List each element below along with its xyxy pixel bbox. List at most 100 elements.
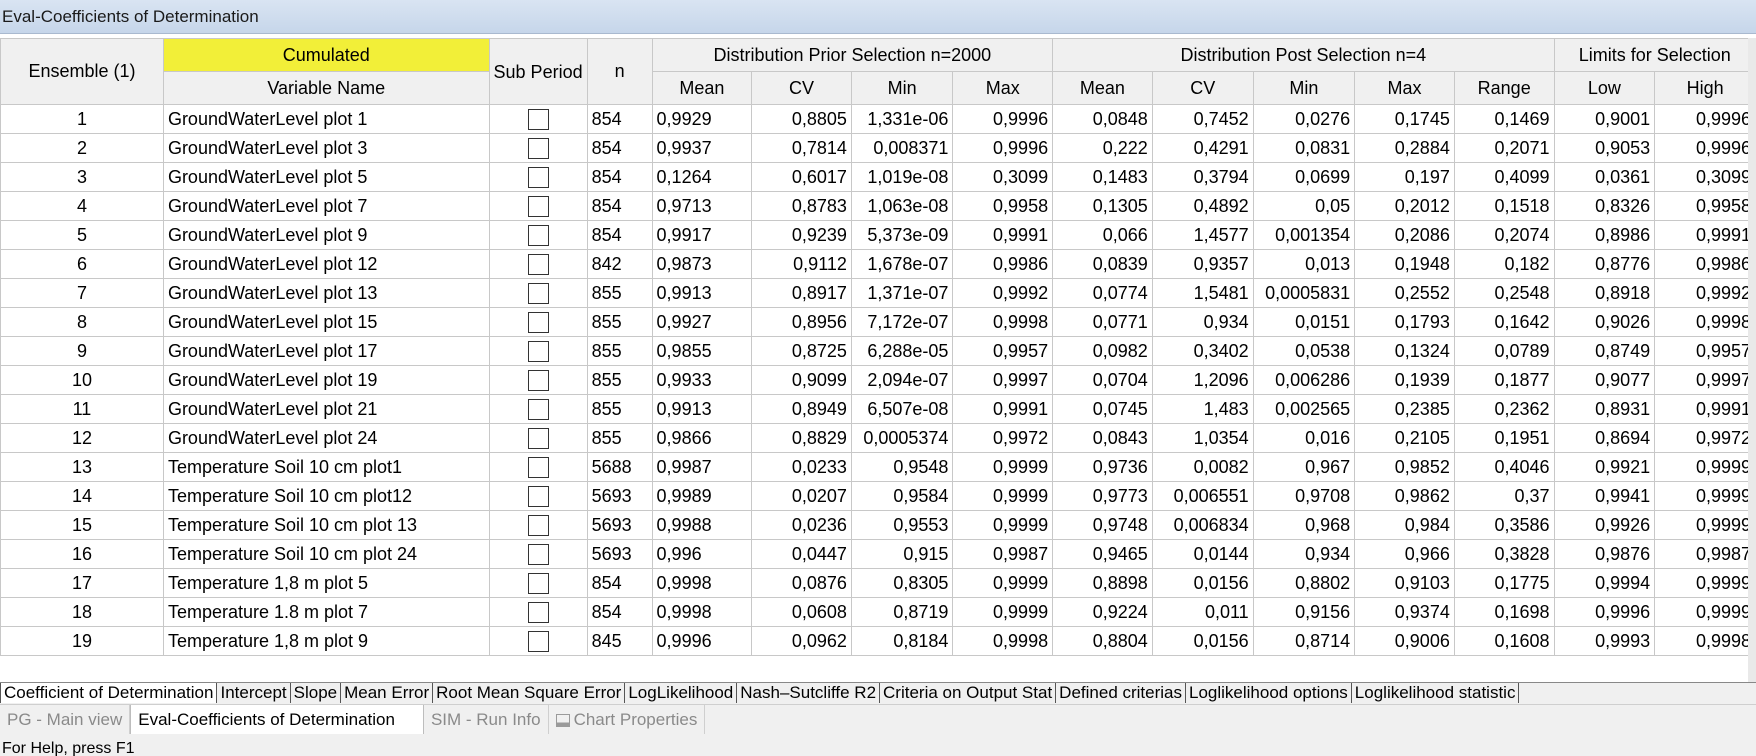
low-cell[interactable]: 0,8326 <box>1553 191 1656 221</box>
prior-min-cell[interactable]: 0,008371 <box>850 133 954 163</box>
prior-cv-cell[interactable]: 0,9112 <box>751 249 852 279</box>
sub-period-checkbox[interactable] <box>527 253 549 275</box>
high-cell[interactable]: 0,9991 <box>1654 394 1756 424</box>
post-max-cell[interactable]: 0,1324 <box>1354 336 1455 366</box>
post-mean-cell[interactable]: 0,222 <box>1052 133 1153 163</box>
post-mean-cell[interactable]: 0,8804 <box>1052 626 1153 656</box>
prior-max-cell[interactable]: 0,9997 <box>952 365 1054 395</box>
prior-min-cell[interactable]: 0,8305 <box>850 568 954 598</box>
sub-period-checkbox-cell[interactable] <box>488 162 588 192</box>
sub-period-checkbox-cell[interactable] <box>488 568 588 598</box>
prior-mean-cell[interactable]: 0,9988 <box>651 510 753 540</box>
variable-name-cell[interactable]: GroundWaterLevel plot 15 <box>162 307 490 337</box>
prior-cv-cell[interactable]: 0,8917 <box>751 278 852 308</box>
post-min-cell[interactable]: 0,9156 <box>1252 597 1356 627</box>
sub-period-checkbox-cell[interactable] <box>488 597 588 627</box>
sub-period-checkbox[interactable] <box>527 427 549 449</box>
post-min-cell[interactable]: 0,001354 <box>1252 220 1356 250</box>
high-cell[interactable]: 0,9999 <box>1654 568 1756 598</box>
prior-min-cell[interactable]: 1,678e-07 <box>850 249 954 279</box>
high-cell[interactable]: 0,9986 <box>1654 249 1756 279</box>
high-cell[interactable]: 0,9998 <box>1654 307 1756 337</box>
post-mean-cell[interactable]: 0,0843 <box>1052 423 1153 453</box>
post-cv-cell[interactable]: 0,3402 <box>1151 336 1254 366</box>
post-cv-cell[interactable]: 0,9357 <box>1151 249 1254 279</box>
prior-mean-cell[interactable]: 0,9929 <box>651 104 753 134</box>
prior-mean-cell[interactable]: 0,9927 <box>651 307 753 337</box>
variable-name-cell[interactable]: GroundWaterLevel plot 3 <box>162 133 490 163</box>
n-cell[interactable]: 5693 <box>586 539 653 569</box>
ensemble-cell[interactable]: 7 <box>0 278 164 308</box>
prior-max-cell[interactable]: 0,9999 <box>952 597 1054 627</box>
post-min-cell[interactable]: 0,0151 <box>1252 307 1356 337</box>
prior-max-cell[interactable]: 0,9998 <box>952 626 1054 656</box>
variable-name-cell[interactable]: GroundWaterLevel plot 7 <box>162 191 490 221</box>
low-cell[interactable]: 0,9026 <box>1553 307 1656 337</box>
post-mean-cell[interactable]: 0,0745 <box>1052 394 1153 424</box>
prior-cv-cell[interactable]: 0,8949 <box>751 394 852 424</box>
high-cell[interactable]: 0,9996 <box>1654 133 1756 163</box>
sub-period-checkbox[interactable] <box>527 514 549 536</box>
table-row[interactable]: 2 GroundWaterLevel plot 3 854 0,9937 0,7814 0… <box>0 133 1756 163</box>
post-min-cell[interactable]: 0,002565 <box>1252 394 1356 424</box>
prior-min-cell[interactable]: 5,373e-09 <box>850 220 954 250</box>
high-cell[interactable]: 0,9958 <box>1654 191 1756 221</box>
sub-period-checkbox[interactable] <box>527 137 549 159</box>
header-prior-max[interactable]: Max <box>952 71 1054 105</box>
post-min-cell[interactable]: 0,8714 <box>1252 626 1356 656</box>
prior-cv-cell[interactable]: 0,8805 <box>751 104 852 134</box>
sub-period-checkbox-cell[interactable] <box>488 278 588 308</box>
prior-max-cell[interactable]: 0,9991 <box>952 394 1054 424</box>
prior-max-cell[interactable]: 0,9958 <box>952 191 1054 221</box>
prior-cv-cell[interactable]: 0,8725 <box>751 336 852 366</box>
prior-mean-cell[interactable]: 0,9866 <box>651 423 753 453</box>
prior-max-cell[interactable]: 0,9999 <box>952 481 1054 511</box>
header-cumulated[interactable]: Cumulated <box>162 38 490 72</box>
low-cell[interactable]: 0,9077 <box>1553 365 1656 395</box>
prior-max-cell[interactable]: 0,9999 <box>952 510 1054 540</box>
sub-period-checkbox[interactable] <box>527 601 549 623</box>
ensemble-cell[interactable]: 15 <box>0 510 164 540</box>
prior-mean-cell[interactable]: 0,9998 <box>651 568 753 598</box>
high-cell[interactable]: 0,9999 <box>1654 452 1756 482</box>
prior-mean-cell[interactable]: 0,9998 <box>651 597 753 627</box>
n-cell[interactable]: 5688 <box>586 452 653 482</box>
sub-period-checkbox-cell[interactable] <box>488 133 588 163</box>
sheet-tab-nash-sutcliffe-r2[interactable]: Nash–Sutcliffe R2 <box>736 683 881 703</box>
prior-min-cell[interactable]: 6,507e-08 <box>850 394 954 424</box>
sub-period-checkbox-cell[interactable] <box>488 423 588 453</box>
post-max-cell[interactable]: 0,9103 <box>1354 568 1455 598</box>
table-row[interactable]: 13 Temperature Soil 10 cm plot1 5688 0,9987… <box>0 452 1756 482</box>
prior-mean-cell[interactable]: 0,9913 <box>651 278 753 308</box>
post-cv-cell[interactable]: 0,7452 <box>1151 104 1254 134</box>
sub-period-checkbox-cell[interactable] <box>488 249 588 279</box>
post-max-cell[interactable]: 0,984 <box>1354 510 1455 540</box>
post-cv-cell[interactable]: 0,0156 <box>1151 568 1254 598</box>
post-max-cell[interactable]: 0,2086 <box>1354 220 1455 250</box>
n-cell[interactable]: 855 <box>586 365 653 395</box>
post-range-cell[interactable]: 0,2362 <box>1453 394 1555 424</box>
variable-name-cell[interactable]: GroundWaterLevel plot 9 <box>162 220 490 250</box>
prior-mean-cell[interactable]: 0,9855 <box>651 336 753 366</box>
variable-name-cell[interactable]: Temperature Soil 10 cm plot 13 <box>162 510 490 540</box>
post-min-cell[interactable]: 0,05 <box>1252 191 1356 221</box>
ensemble-cell[interactable]: 16 <box>0 539 164 569</box>
ensemble-cell[interactable]: 13 <box>0 452 164 482</box>
n-cell[interactable]: 855 <box>586 336 653 366</box>
post-mean-cell[interactable]: 0,9773 <box>1052 481 1153 511</box>
low-cell[interactable]: 0,0361 <box>1553 162 1656 192</box>
post-max-cell[interactable]: 0,9862 <box>1354 481 1455 511</box>
prior-max-cell[interactable]: 0,9998 <box>952 307 1054 337</box>
post-cv-cell[interactable]: 0,0082 <box>1151 452 1254 482</box>
high-cell[interactable]: 0,9998 <box>1654 626 1756 656</box>
sub-period-checkbox[interactable] <box>527 369 549 391</box>
post-range-cell[interactable]: 0,2548 <box>1453 278 1555 308</box>
low-cell[interactable]: 0,8694 <box>1553 423 1656 453</box>
header-prior-min[interactable]: Min <box>850 71 954 105</box>
low-cell[interactable]: 0,9926 <box>1553 510 1656 540</box>
prior-min-cell[interactable]: 0,8719 <box>850 597 954 627</box>
ensemble-cell[interactable]: 1 <box>0 104 164 134</box>
sub-period-checkbox-cell[interactable] <box>488 307 588 337</box>
variable-name-cell[interactable]: GroundWaterLevel plot 5 <box>162 162 490 192</box>
prior-min-cell[interactable]: 0,915 <box>850 539 954 569</box>
